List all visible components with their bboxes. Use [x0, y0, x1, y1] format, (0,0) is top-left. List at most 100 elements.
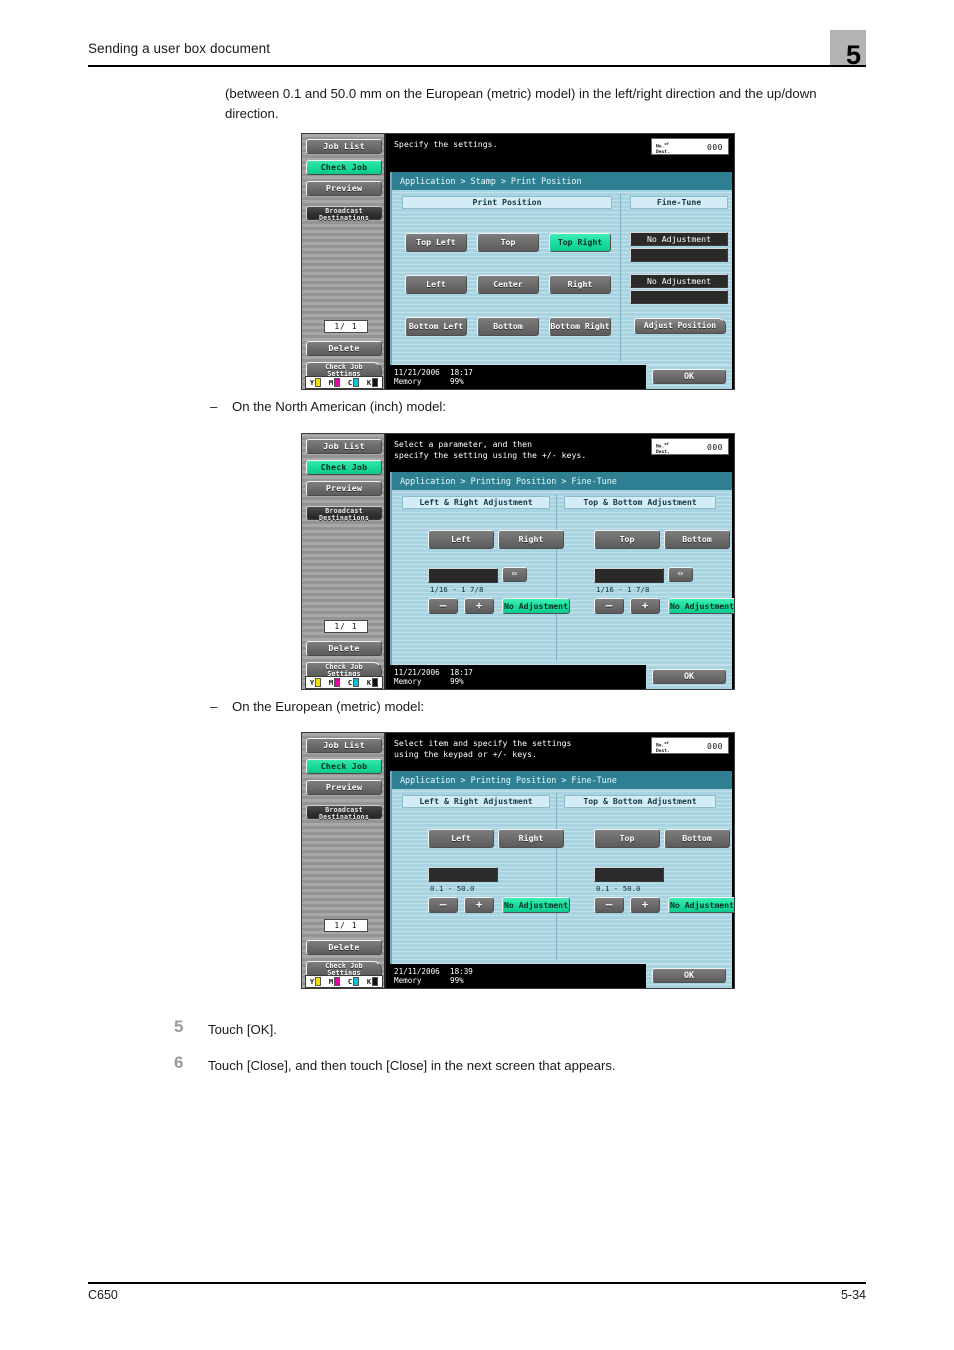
position-bottom-right-button[interactable]: Bottom Right — [549, 317, 611, 336]
destination-count-2: 000 — [707, 443, 723, 452]
ok-area-2: OK — [646, 665, 732, 689]
lr-right-button[interactable]: Right — [498, 530, 564, 549]
tb-top-button-3[interactable]: Top — [594, 829, 660, 848]
check-job-settings-button[interactable]: Check Job Settings — [306, 362, 382, 378]
status-time-text-1: 18:17 — [450, 368, 473, 377]
check-job-button-3[interactable]: Check Job — [306, 759, 382, 774]
toner-label-m: M — [328, 378, 334, 387]
lr-range-label-3: 0.1 - 50.0 — [430, 884, 475, 893]
broadcast-destinations-button-2[interactable]: Broadcast Destinations — [306, 506, 382, 523]
preview-button[interactable]: Preview — [306, 181, 382, 196]
dest-label-line2: Dest. — [656, 149, 670, 155]
ok-button-1[interactable]: OK — [652, 369, 726, 384]
lr-left-button[interactable]: Left — [428, 530, 494, 549]
dest-label-line2-3: Dest. — [656, 748, 670, 754]
position-top-right-button[interactable]: Top Right — [549, 233, 611, 252]
tb-bottom-button[interactable]: Bottom — [664, 530, 730, 549]
tb-swap-icon[interactable]: ⇔ — [668, 567, 693, 582]
left-right-adjustment-header: Left & Right Adjustment — [402, 496, 550, 509]
tb-value-field[interactable] — [594, 568, 664, 583]
lcd-status-bar-3: 21/11/2006 Memory 18:39 99% OK — [388, 964, 734, 988]
lr-minus-button[interactable]: – — [428, 598, 458, 614]
lr-plus-button[interactable]: + — [464, 598, 494, 614]
broadcast-line2-2: Destinations — [318, 514, 370, 523]
page-counter: 1/ 1 — [324, 320, 368, 333]
page-counter-3: 1/ 1 — [324, 919, 368, 932]
toner-label-y-2: Y — [309, 678, 315, 687]
toner-bar-c-2 — [353, 678, 360, 687]
position-top-left-button[interactable]: Top Left — [405, 233, 467, 252]
ok-button-3[interactable]: OK — [652, 968, 726, 983]
position-top-button[interactable]: Top — [477, 233, 539, 252]
fine-tune-field-2[interactable] — [630, 290, 728, 304]
fine-tune-header: Fine-Tune — [630, 196, 728, 209]
tb-value-field-3[interactable] — [594, 867, 664, 882]
check-job-button-2[interactable]: Check Job — [306, 460, 382, 475]
dest-label-sup-2: of — [664, 441, 669, 446]
job-list-button[interactable]: Job List — [306, 139, 382, 154]
intro-paragraph: (between 0.1 and 50.0 mm on the European… — [225, 86, 817, 121]
footer-rule — [88, 1282, 866, 1284]
lr-left-button-3[interactable]: Left — [428, 829, 494, 848]
delete-button-3[interactable]: Delete — [306, 940, 382, 955]
check-job-settings-button-2[interactable]: Check Job Settings — [306, 662, 382, 678]
step-6-text: Touch [Close], and then touch [Close] in… — [208, 1058, 616, 1073]
lcd-sidebar-1: Job List Check Job Preview Broadcast Des… — [302, 134, 386, 389]
header-rule — [88, 65, 866, 67]
lcd-status-bar-1: 11/21/2006 Memory 18:17 99% OK — [388, 365, 734, 389]
job-list-button-3[interactable]: Job List — [306, 738, 382, 753]
fine-tune-value-2[interactable]: No Adjustment — [630, 274, 728, 288]
broadcast-destinations-button-3[interactable]: Broadcast Destinations — [306, 805, 382, 822]
position-bottom-left-button[interactable]: Bottom Left — [405, 317, 467, 336]
broadcast-line2-3: Destinations — [318, 813, 370, 822]
lr-right-button-3[interactable]: Right — [498, 829, 564, 848]
column-divider-1 — [620, 194, 621, 361]
status-time-text-3: 18:39 — [450, 967, 473, 976]
toner-bar-k — [372, 378, 379, 387]
tb-bottom-button-3[interactable]: Bottom — [664, 829, 730, 848]
delete-button[interactable]: Delete — [306, 341, 382, 356]
tb-top-button[interactable]: Top — [594, 530, 660, 549]
preview-button-2[interactable]: Preview — [306, 481, 382, 496]
check-job-settings-button-3[interactable]: Check Job Settings — [306, 961, 382, 977]
position-right-button[interactable]: Right — [549, 275, 611, 294]
lr-minus-button-3[interactable]: – — [428, 897, 458, 913]
lr-no-adjustment-button[interactable]: No Adjustment — [502, 598, 570, 614]
destination-label-3: No.of Dest. — [656, 740, 670, 754]
fine-tune-field-1[interactable] — [630, 248, 728, 262]
breadcrumb-1: Application > Stamp > Print Position — [392, 172, 732, 190]
destination-count-box-2: No.of Dest. 000 — [651, 438, 729, 455]
broadcast-destinations-button[interactable]: Broadcast Destinations — [306, 206, 382, 222]
lr-value-field[interactable] — [428, 568, 498, 583]
tb-minus-button[interactable]: – — [594, 598, 624, 614]
job-list-button-2[interactable]: Job List — [306, 439, 382, 454]
position-bottom-button[interactable]: Bottom — [477, 317, 539, 336]
check-job-button[interactable]: Check Job — [306, 160, 382, 175]
tb-minus-button-3[interactable]: – — [594, 897, 624, 913]
lr-plus-button-3[interactable]: + — [464, 897, 494, 913]
tb-plus-button-3[interactable]: + — [630, 897, 660, 913]
tb-no-adjustment-button-3[interactable]: No Adjustment — [668, 897, 734, 913]
lcd-sidebar-3: Job List Check Job Preview Broadcast Des… — [302, 733, 386, 988]
tb-no-adjustment-button[interactable]: No Adjustment — [668, 598, 734, 614]
page-header: Sending a user box document 5 — [88, 30, 866, 72]
position-center-button[interactable]: Center — [477, 275, 539, 294]
bullet-text-2: On the European (metric) model: — [232, 699, 425, 714]
preview-button-3[interactable]: Preview — [306, 780, 382, 795]
fine-tune-value-1[interactable]: No Adjustment — [630, 232, 728, 246]
lr-swap-icon[interactable]: ⇔ — [502, 567, 527, 582]
lr-no-adjustment-button-3[interactable]: No Adjustment — [502, 897, 570, 913]
tb-plus-button[interactable]: + — [630, 598, 660, 614]
lr-value-field-3[interactable] — [428, 867, 498, 882]
status-date-1: 11/21/2006 Memory — [394, 368, 440, 386]
position-left-button[interactable]: Left — [405, 275, 467, 294]
ok-button-2[interactable]: OK — [652, 669, 726, 684]
toner-label-k-2: K — [366, 678, 372, 687]
destination-label-1: No.of Dest. — [656, 141, 670, 155]
destination-count-1: 000 — [707, 143, 723, 152]
page-title: Sending a user box document — [88, 41, 271, 56]
step-6-number: 6 — [174, 1053, 184, 1072]
toner-bar-y-2 — [315, 678, 322, 687]
delete-button-2[interactable]: Delete — [306, 641, 382, 656]
adjust-position-button[interactable]: Adjust Position — [634, 318, 726, 334]
